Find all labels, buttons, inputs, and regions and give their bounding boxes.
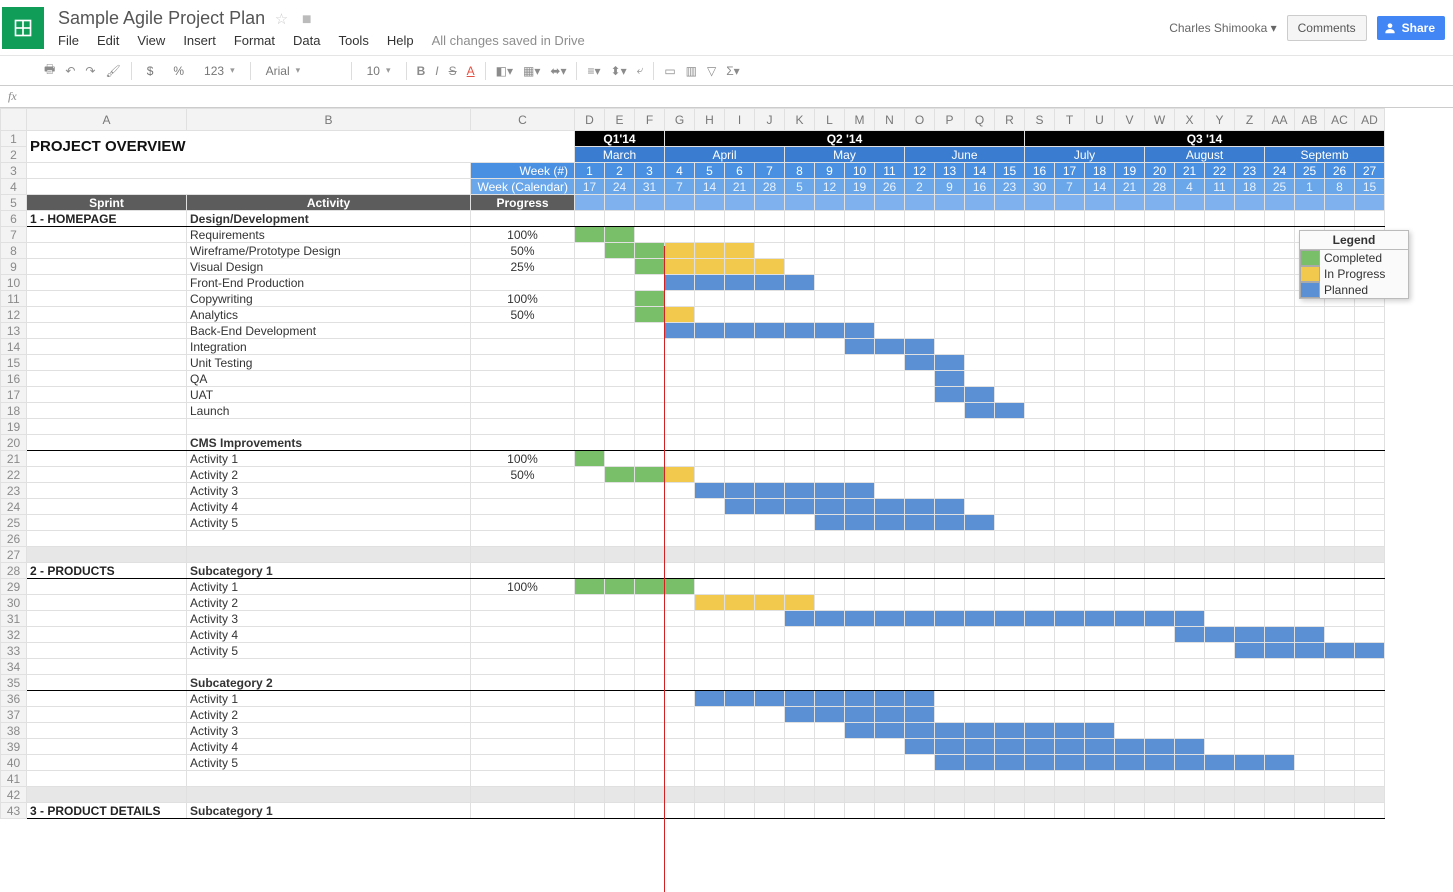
chart-icon[interactable]: ▥ [686,64,697,78]
folder-icon[interactable]: ■ [302,11,312,28]
menu-tools[interactable]: Tools [338,33,368,48]
legend-title: Legend [1300,231,1408,250]
comments-button[interactable]: Comments [1287,15,1367,41]
wrap-icon[interactable]: ⤶ [637,63,644,78]
share-button[interactable]: Share [1377,16,1445,40]
spreadsheet-grid[interactable]: ABCDEFGHIJKLMNOPQRSTUVWXYZAAABACAD1PROJE… [0,108,1453,892]
menu-edit[interactable]: Edit [97,33,119,48]
star-icon[interactable]: ☆ [275,11,288,28]
redo-icon[interactable]: ↷ [85,64,95,78]
titlebar: Sample Agile Project Plan ☆ ■ File Edit … [0,0,1453,56]
filter-icon[interactable]: ▽ [707,64,716,78]
formula-bar[interactable]: fx [0,86,1453,108]
print-icon[interactable]: 🖶 [44,60,55,81]
account-name[interactable]: Charles Shimooka ▾ [1169,21,1276,35]
save-status: All changes saved in Drive [432,33,585,48]
toolbar: 🖶 ↶ ↷ 🖌 $ % 123 Arial 10 B I S A ◧▾ ▦▾ ⬌… [0,56,1453,86]
menu-data[interactable]: Data [293,33,320,48]
fill-color-icon[interactable]: ◧▾ [496,64,513,78]
menubar: File Edit View Insert Format Data Tools … [58,33,1169,48]
sheets-app-icon[interactable] [2,7,44,49]
paint-icon[interactable]: 🖌 [105,64,120,78]
font-size-dropdown[interactable]: 10 [362,62,396,80]
link-icon[interactable]: ▭ [664,64,675,78]
strike-icon[interactable]: S [449,64,457,78]
fx-label: fx [8,89,17,104]
halign-icon[interactable]: ≡▾ [587,64,600,78]
menu-insert[interactable]: Insert [183,33,216,48]
valign-icon[interactable]: ⬍▾ [611,64,627,78]
undo-icon[interactable]: ↶ [65,64,75,78]
bold-icon[interactable]: B [417,64,426,78]
borders-icon[interactable]: ▦▾ [523,64,540,78]
doc-title[interactable]: Sample Agile Project Plan [58,8,265,29]
font-family-dropdown[interactable]: Arial [261,62,341,80]
currency-button[interactable]: $ [142,62,159,80]
legend-box: Legend CompletedIn ProgressPlanned [1299,230,1409,299]
functions-icon[interactable]: Σ▾ [726,64,739,78]
percent-button[interactable]: % [168,62,189,80]
text-color-icon[interactable]: A [467,64,475,78]
menu-format[interactable]: Format [234,33,275,48]
merge-icon[interactable]: ⬌▾ [550,64,566,78]
menu-help[interactable]: Help [387,33,414,48]
menu-file[interactable]: File [58,33,79,48]
number-format-dropdown[interactable]: 123 [199,62,240,80]
italic-icon[interactable]: I [435,64,438,78]
person-icon [1383,21,1397,35]
menu-view[interactable]: View [137,33,165,48]
